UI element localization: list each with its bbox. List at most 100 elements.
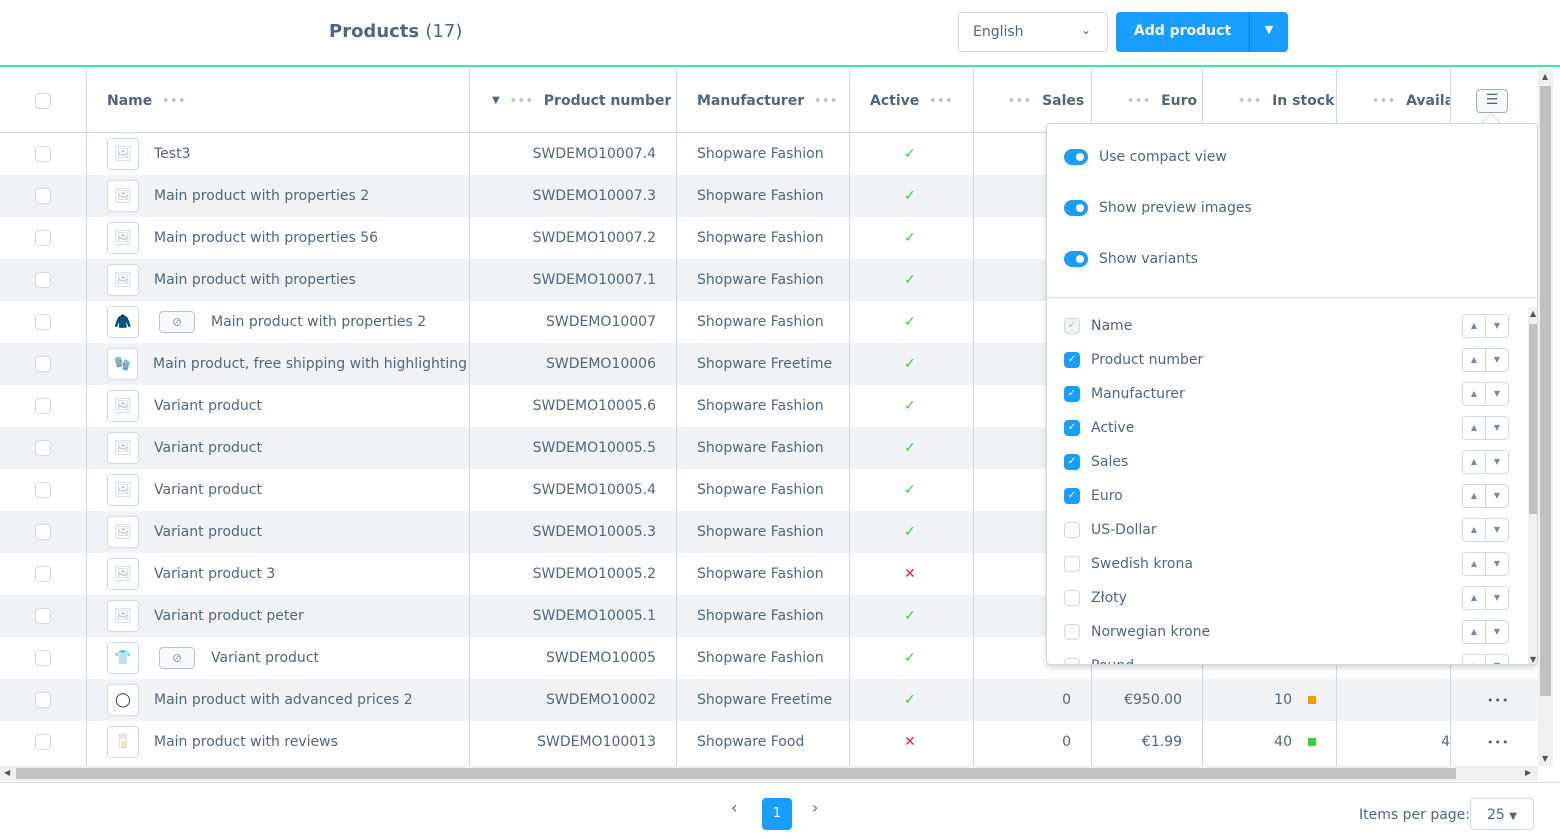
column-menu-icon[interactable]: •••	[1238, 94, 1262, 107]
product-name-link[interactable]: Main product with advanced prices 2	[154, 692, 413, 708]
column-visibility-checkbox[interactable]	[1064, 624, 1080, 640]
move-up-icon[interactable]: ▲	[1463, 519, 1486, 541]
move-up-icon[interactable]: ▲	[1463, 417, 1486, 439]
column-visibility-checkbox[interactable]: ✓	[1064, 386, 1080, 402]
row-checkbox[interactable]	[35, 259, 51, 301]
move-down-icon[interactable]: ▼	[1486, 315, 1508, 337]
scrollbar-thumb[interactable]	[16, 768, 1456, 779]
switch[interactable]	[1064, 200, 1088, 216]
row-actions-button[interactable]: •••	[1487, 721, 1509, 763]
select-all-checkbox[interactable]	[35, 69, 51, 132]
popover-scrollbar[interactable]: ▲ ▼	[1528, 307, 1537, 664]
row-checkbox[interactable]	[35, 343, 51, 385]
product-name-link[interactable]: Main product with properties 2	[211, 314, 426, 330]
row-checkbox[interactable]	[35, 427, 51, 469]
product-name-link[interactable]: Variant product	[154, 440, 262, 456]
prev-page-button[interactable]: ‹	[731, 798, 737, 817]
column-visibility-checkbox[interactable]	[1064, 658, 1080, 664]
switch[interactable]	[1064, 149, 1088, 165]
add-product-dropdown-toggle[interactable]: ▼	[1249, 12, 1288, 52]
row-checkbox[interactable]	[35, 175, 51, 217]
scroll-down-icon[interactable]: ▼	[1530, 655, 1536, 664]
horizontal-scrollbar[interactable]: ◀ ▶	[0, 766, 1538, 781]
move-up-icon[interactable]: ▲	[1463, 383, 1486, 405]
move-up-icon[interactable]: ▲	[1463, 315, 1486, 337]
product-name-link[interactable]: Variant product 3	[154, 566, 275, 582]
column-settings-button[interactable]: ☰	[1476, 89, 1508, 113]
row-checkbox[interactable]	[35, 385, 51, 427]
scrollbar-thumb[interactable]	[1540, 86, 1551, 696]
row-checkbox[interactable]	[35, 301, 51, 343]
toggle-use-compact-view[interactable]: Use compact view	[1064, 149, 1227, 165]
move-up-icon[interactable]: ▲	[1463, 587, 1486, 609]
column-menu-icon[interactable]: •••	[510, 94, 534, 107]
column-visibility-checkbox[interactable]	[1064, 590, 1080, 606]
column-header-name[interactable]: Name •••	[107, 69, 196, 132]
row-checkbox[interactable]	[35, 217, 51, 259]
scroll-left-icon[interactable]: ◀	[4, 768, 10, 777]
scroll-up-icon[interactable]: ▲	[1530, 309, 1536, 318]
column-menu-icon[interactable]: •••	[1127, 94, 1151, 107]
product-name-link[interactable]: Main product, free shipping with highlig…	[153, 356, 467, 372]
column-menu-icon[interactable]: •••	[1008, 94, 1032, 107]
row-checkbox[interactable]	[35, 553, 51, 595]
column-menu-icon[interactable]: •••	[814, 94, 838, 107]
column-header-product-number[interactable]: ▼ ••• Product number	[492, 69, 671, 132]
row-checkbox[interactable]	[35, 679, 51, 721]
variants-icon[interactable]: ⊘	[159, 647, 195, 669]
row-checkbox[interactable]	[35, 595, 51, 637]
row-checkbox[interactable]	[35, 511, 51, 553]
move-down-icon[interactable]: ▼	[1486, 587, 1508, 609]
move-up-icon[interactable]: ▲	[1463, 349, 1486, 371]
column-menu-icon[interactable]: •••	[1372, 94, 1396, 107]
product-name-link[interactable]: Main product with properties 56	[154, 230, 378, 246]
column-visibility-checkbox[interactable]: ✓	[1064, 488, 1080, 504]
column-header-manufacturer[interactable]: Manufacturer •••	[697, 69, 848, 132]
toggle-show-preview-images[interactable]: Show preview images	[1064, 200, 1252, 216]
product-name-link[interactable]: Test3	[154, 146, 190, 162]
product-name-link[interactable]: Main product with properties 2	[154, 188, 369, 204]
move-down-icon[interactable]: ▼	[1486, 655, 1508, 664]
move-down-icon[interactable]: ▼	[1486, 553, 1508, 575]
product-name-link[interactable]: Variant product peter	[154, 608, 304, 624]
language-select[interactable]: English ⌄	[958, 12, 1108, 52]
table-row[interactable]: ◯ Main product with advanced prices 2 SW…	[0, 679, 1538, 721]
next-page-button[interactable]: ›	[812, 798, 818, 817]
product-name-link[interactable]: Main product with properties	[154, 272, 356, 288]
scroll-down-icon[interactable]: ▼	[1542, 754, 1548, 763]
product-name-link[interactable]: Variant product	[211, 650, 319, 666]
move-down-icon[interactable]: ▼	[1486, 621, 1508, 643]
row-checkbox[interactable]	[35, 133, 51, 175]
move-up-icon[interactable]: ▲	[1463, 451, 1486, 473]
column-menu-icon[interactable]: •••	[162, 94, 186, 107]
product-name-link[interactable]: Main product with reviews	[154, 734, 338, 750]
table-row[interactable]: 🥛 Main product with reviews SWDEMO100013…	[0, 721, 1538, 763]
add-product-button[interactable]: Add product	[1116, 23, 1249, 39]
page-button-current[interactable]: 1	[762, 798, 792, 830]
column-visibility-checkbox[interactable]: ✓	[1064, 352, 1080, 368]
product-name-link[interactable]: Variant product	[154, 398, 262, 414]
move-down-icon[interactable]: ▼	[1486, 349, 1508, 371]
move-down-icon[interactable]: ▼	[1486, 485, 1508, 507]
scroll-right-icon[interactable]: ▶	[1525, 768, 1531, 777]
row-actions-button[interactable]: •••	[1487, 679, 1509, 721]
scroll-up-icon[interactable]: ▲	[1542, 72, 1548, 81]
vertical-scrollbar[interactable]: ▲ ▼	[1538, 69, 1553, 766]
column-visibility-checkbox[interactable]: ✓	[1064, 420, 1080, 436]
move-up-icon[interactable]: ▲	[1463, 621, 1486, 643]
switch[interactable]	[1064, 251, 1088, 267]
column-visibility-checkbox[interactable]	[1064, 556, 1080, 572]
row-checkbox[interactable]	[35, 469, 51, 511]
product-name-link[interactable]: Variant product	[154, 482, 262, 498]
column-header-active[interactable]: Active •••	[870, 69, 963, 132]
move-up-icon[interactable]: ▲	[1463, 655, 1486, 664]
move-up-icon[interactable]: ▲	[1463, 485, 1486, 507]
scrollbar-thumb[interactable]	[1529, 324, 1537, 514]
toggle-show-variants[interactable]: Show variants	[1064, 251, 1198, 267]
row-checkbox[interactable]	[35, 637, 51, 679]
column-visibility-checkbox[interactable]	[1064, 522, 1080, 538]
move-down-icon[interactable]: ▼	[1486, 451, 1508, 473]
column-visibility-checkbox[interactable]: ✓	[1064, 454, 1080, 470]
move-down-icon[interactable]: ▼	[1486, 383, 1508, 405]
product-name-link[interactable]: Variant product	[154, 524, 262, 540]
